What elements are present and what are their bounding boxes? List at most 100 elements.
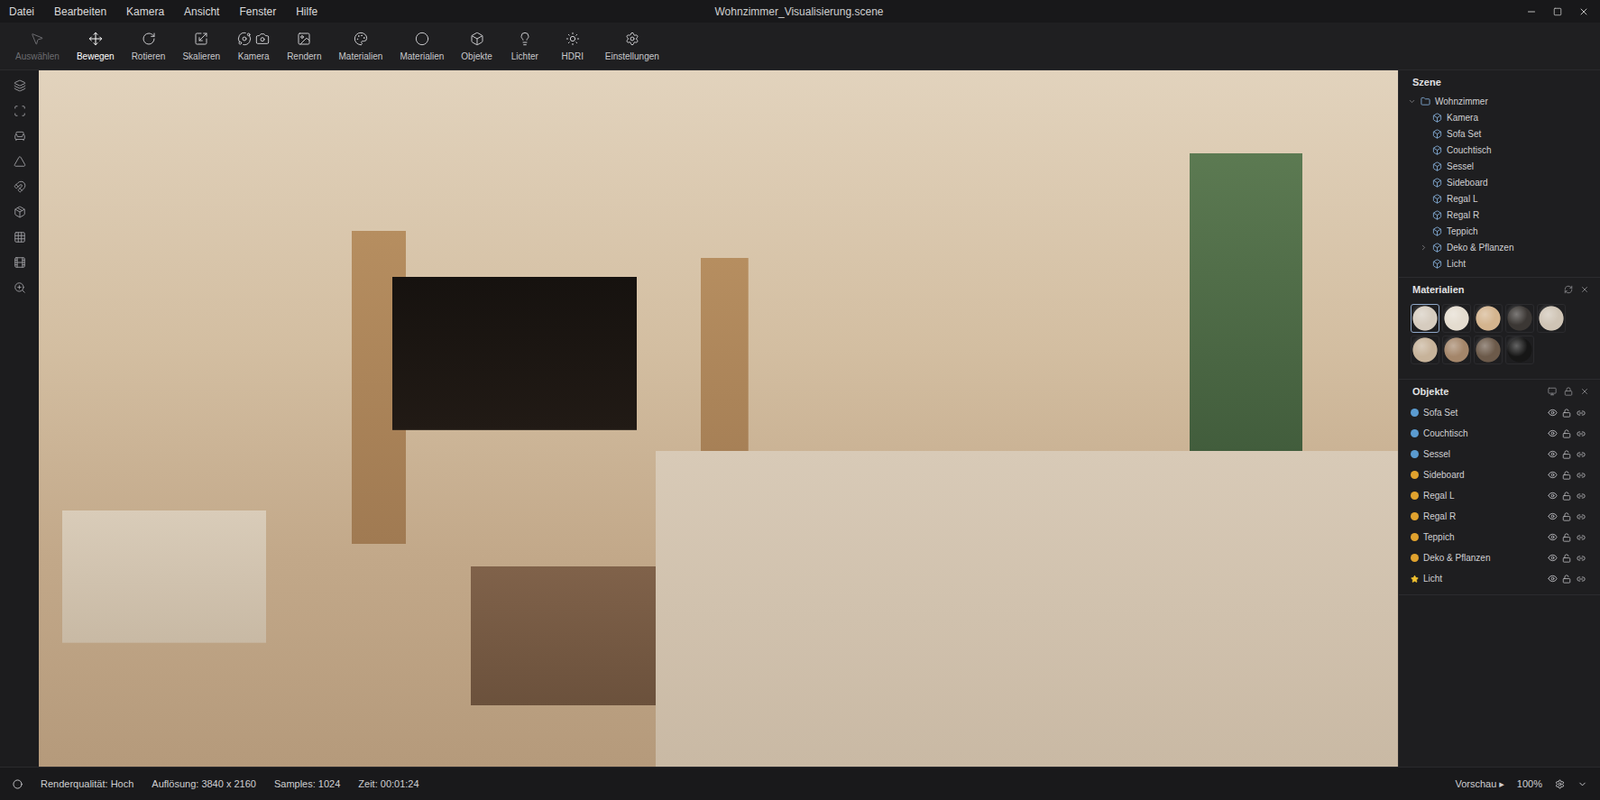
- unlock-icon[interactable]: [1562, 470, 1572, 480]
- object-row[interactable]: Couchtisch: [1398, 422, 1600, 444]
- menu-item[interactable]: Bearbeiten: [54, 5, 107, 19]
- unlock-icon[interactable]: [1562, 491, 1572, 501]
- display-icon[interactable]: [1547, 386, 1557, 396]
- object-type-icon: [1410, 512, 1419, 521]
- menu-item[interactable]: Ansicht: [183, 5, 220, 19]
- material-swatch[interactable]: [1536, 303, 1566, 333]
- rail-tool-icon[interactable]: [13, 230, 27, 244]
- tool-button[interactable]: Rendern: [282, 27, 326, 65]
- unlock-icon[interactable]: [1562, 533, 1572, 543]
- rail-tool-icon[interactable]: [13, 155, 27, 168]
- tool-button[interactable]: Rotieren: [127, 27, 171, 65]
- close-icon[interactable]: [1580, 386, 1590, 396]
- object-row[interactable]: Regal L: [1398, 485, 1600, 506]
- zoom-settings-icon[interactable]: [1554, 779, 1565, 790]
- link-icon[interactable]: [1576, 429, 1586, 439]
- tree-item[interactable]: Teppich: [1398, 222, 1600, 240]
- link-icon[interactable]: [1576, 450, 1586, 460]
- rail-tool-icon[interactable]: [13, 205, 27, 219]
- unlock-icon[interactable]: [1562, 450, 1572, 460]
- rail-tool-icon[interactable]: [13, 104, 27, 118]
- material-swatch[interactable]: [1505, 303, 1535, 333]
- tree-item[interactable]: Couchtisch: [1398, 141, 1600, 158]
- eye-icon[interactable]: [1547, 469, 1558, 480]
- tool-button[interactable]: Einstellungen: [600, 27, 664, 65]
- menu-item[interactable]: Hilfe: [295, 5, 318, 19]
- link-icon[interactable]: [1576, 553, 1586, 563]
- eye-icon[interactable]: [1547, 490, 1558, 501]
- tool-button[interactable]: Auswählen: [10, 27, 65, 65]
- unlock-icon[interactable]: [1562, 553, 1572, 563]
- tree-item[interactable]: Licht: [1398, 255, 1600, 272]
- menu-item[interactable]: Kamera: [126, 5, 165, 19]
- material-swatch[interactable]: [1473, 335, 1503, 365]
- eye-icon[interactable]: [1547, 428, 1558, 439]
- tool-button[interactable]: Lichter: [505, 27, 545, 65]
- tool-button[interactable]: Kamera: [232, 27, 275, 65]
- material-swatch[interactable]: [1410, 303, 1440, 333]
- minimize-icon[interactable]: [1526, 6, 1537, 18]
- material-swatch[interactable]: [1442, 303, 1472, 333]
- rail-tool-icon[interactable]: [13, 256, 27, 269]
- rail-tool-icon[interactable]: [13, 79, 27, 92]
- tree-item[interactable]: Kamera: [1398, 109, 1600, 126]
- object-row[interactable]: Sideboard: [1398, 464, 1600, 486]
- menu-item[interactable]: Datei: [9, 5, 35, 19]
- material-swatch[interactable]: [1473, 303, 1503, 333]
- unlock-icon[interactable]: [1562, 429, 1572, 439]
- link-icon[interactable]: [1576, 574, 1586, 584]
- object-row[interactable]: Teppich: [1398, 526, 1600, 548]
- tool-button[interactable]: Bewegen: [72, 27, 120, 65]
- rail-tool-icon[interactable]: [13, 180, 27, 194]
- close-icon[interactable]: [1580, 285, 1590, 295]
- eye-icon[interactable]: [1547, 573, 1558, 584]
- tool-button[interactable]: Objekte: [456, 27, 497, 65]
- tool-button[interactable]: HDRI: [552, 27, 593, 65]
- maximize-icon[interactable]: [1553, 7, 1563, 17]
- dropdown-icon[interactable]: [1577, 779, 1588, 790]
- tool-button[interactable]: Materialien: [395, 27, 449, 65]
- eye-icon[interactable]: [1547, 532, 1558, 543]
- link-icon[interactable]: [1576, 491, 1586, 501]
- tree-item[interactable]: Sideboard: [1398, 174, 1600, 191]
- unlock-icon[interactable]: [1562, 574, 1572, 584]
- unlock-icon[interactable]: [1562, 512, 1572, 522]
- link-icon[interactable]: [1576, 512, 1586, 522]
- eye-icon[interactable]: [1547, 511, 1558, 522]
- tree-item[interactable]: Regal L: [1398, 190, 1600, 207]
- menu-item[interactable]: Fenster: [239, 5, 276, 19]
- material-swatch[interactable]: [1442, 335, 1472, 365]
- link-icon[interactable]: [1576, 408, 1586, 418]
- expand-icon[interactable]: [1419, 243, 1428, 252]
- object-row[interactable]: Sofa Set: [1398, 402, 1600, 423]
- material-swatch[interactable]: [1410, 335, 1440, 365]
- object-row[interactable]: Sessel: [1398, 443, 1600, 465]
- tree-item[interactable]: Sessel: [1398, 157, 1600, 175]
- material-swatch[interactable]: [1505, 335, 1535, 365]
- tree-item[interactable]: Wohnzimmer: [1398, 92, 1600, 110]
- link-icon[interactable]: [1576, 533, 1586, 543]
- tool-icon: [296, 31, 312, 46]
- eye-icon[interactable]: [1547, 407, 1558, 418]
- expand-icon[interactable]: [1407, 97, 1417, 106]
- zoom-level[interactable]: 100%: [1517, 778, 1543, 790]
- preview-button[interactable]: Vorschau ▸: [1454, 778, 1504, 791]
- refresh-icon[interactable]: [1563, 285, 1573, 295]
- object-row[interactable]: Licht: [1398, 568, 1600, 589]
- tree-item[interactable]: Sofa Set: [1398, 125, 1600, 142]
- unlock-icon[interactable]: [1562, 408, 1572, 418]
- tool-button[interactable]: Materialien: [334, 27, 388, 65]
- rail-tool-icon[interactable]: [13, 281, 27, 295]
- close-icon[interactable]: [1578, 6, 1590, 18]
- eye-icon[interactable]: [1547, 449, 1558, 460]
- link-icon[interactable]: [1576, 470, 1586, 480]
- object-row[interactable]: Regal R: [1398, 505, 1600, 527]
- render-viewport[interactable]: [38, 70, 1398, 767]
- eye-icon[interactable]: [1547, 552, 1558, 563]
- object-row[interactable]: Deko & Pflanzen: [1398, 547, 1600, 569]
- rail-tool-icon[interactable]: [13, 129, 27, 143]
- lock-icon[interactable]: [1563, 386, 1573, 396]
- tool-button[interactable]: Skalieren: [177, 27, 225, 65]
- tree-item[interactable]: Regal R: [1398, 206, 1600, 223]
- tree-item[interactable]: Deko & Pflanzen: [1398, 239, 1600, 256]
